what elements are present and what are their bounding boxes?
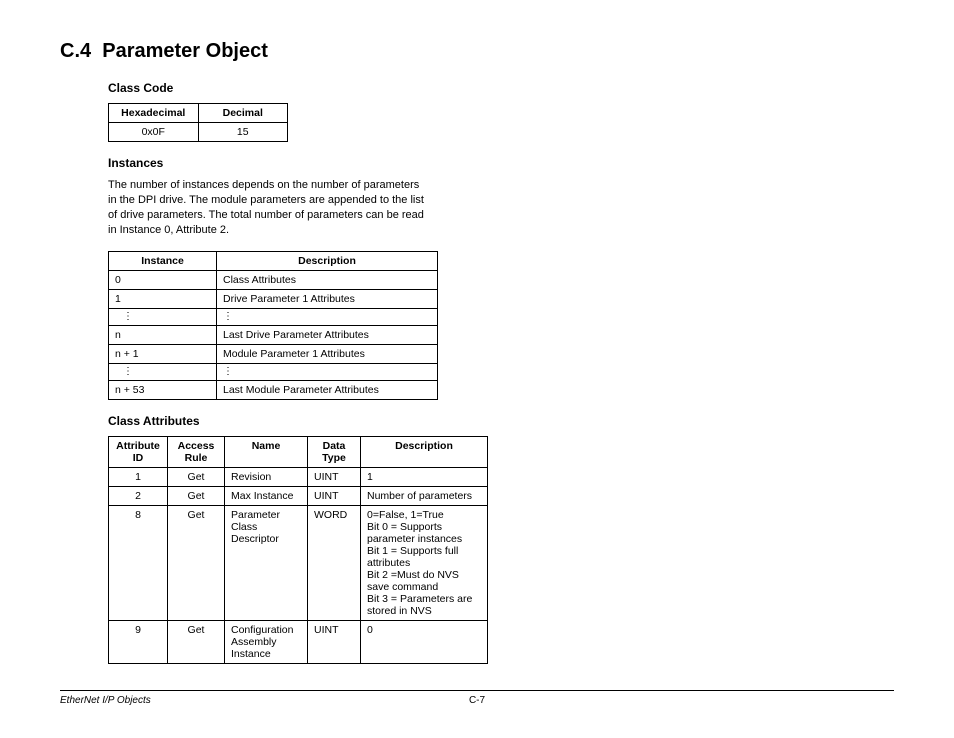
classcode-heading: Class Code	[108, 81, 894, 95]
attr-desc-line: Bit 2 =Must do NVS save command	[367, 569, 481, 593]
table-row: Attribute ID Access Rule Name Data Type …	[109, 437, 488, 468]
attr-type-cell: UINT	[308, 468, 361, 487]
instance-cell: ⋮	[109, 364, 217, 381]
instance-desc-cell: Last Drive Parameter Attributes	[217, 326, 438, 345]
classcode-hdr-dec: Decimal	[198, 104, 288, 123]
table-row: 9GetConfiguration Assembly InstanceUINT 0	[109, 621, 488, 664]
instances-hdr-desc: Description	[217, 252, 438, 271]
attr-hdr-desc: Description	[361, 437, 488, 468]
table-row: Instance Description	[109, 252, 438, 271]
instance-cell: n	[109, 326, 217, 345]
classattrs-table: Attribute ID Access Rule Name Data Type …	[108, 436, 488, 664]
attr-desc-line: 1	[367, 471, 481, 483]
attr-desc-cell: 1	[361, 468, 488, 487]
attr-rule-cell: Get	[168, 506, 225, 621]
instance-desc-cell: Class Attributes	[217, 271, 438, 290]
attr-type-cell: UINT	[308, 487, 361, 506]
instance-cell: n + 53	[109, 381, 217, 400]
section-title: C.4 Parameter Object	[60, 40, 894, 63]
table-row: 1Drive Parameter 1 Attributes	[109, 290, 438, 309]
instances-paragraph: The number of instances depends on the n…	[108, 178, 428, 237]
table-row: n + 1Module Parameter 1 Attributes	[109, 345, 438, 364]
attr-id-cell: 8	[109, 506, 168, 621]
instance-cell: ⋮	[109, 309, 217, 326]
instance-desc-cell: Drive Parameter 1 Attributes	[217, 290, 438, 309]
section-number: C.4	[60, 40, 91, 62]
attr-desc-cell: 0	[361, 621, 488, 664]
attr-desc-line: Bit 3 = Parameters are stored in NVS	[367, 593, 481, 617]
attr-name-cell: Configuration Assembly Instance	[225, 621, 308, 664]
attr-rule-cell: Get	[168, 621, 225, 664]
table-row: 8GetParameter Class DescriptorWORD0=Fals…	[109, 506, 488, 621]
classcode-hdr-hex: Hexadecimal	[109, 104, 199, 123]
instance-desc-cell: Module Parameter 1 Attributes	[217, 345, 438, 364]
attr-type-cell: WORD	[308, 506, 361, 621]
section-name: Parameter Object	[102, 40, 268, 62]
instances-hdr-instance: Instance	[109, 252, 217, 271]
instance-cell: n + 1	[109, 345, 217, 364]
attr-name-cell: Parameter Class Descriptor	[225, 506, 308, 621]
instance-desc-cell: ⋮	[217, 364, 438, 381]
attr-desc-line: 0	[367, 624, 481, 636]
attr-hdr-rule: Access Rule	[168, 437, 225, 468]
table-row: ⋮⋮	[109, 364, 438, 381]
classcode-dec: 15	[198, 123, 288, 142]
attr-name-cell: Max Instance	[225, 487, 308, 506]
attr-desc-line: Bit 1 = Supports full attributes	[367, 545, 481, 569]
attr-name-cell: Revision	[225, 468, 308, 487]
attr-rule-cell: Get	[168, 468, 225, 487]
page-footer: EtherNet I/P Objects C-7	[60, 690, 894, 706]
table-row: ⋮⋮	[109, 309, 438, 326]
attr-desc-line: Number of parameters	[367, 490, 481, 502]
instance-desc-cell: ⋮	[217, 309, 438, 326]
attr-id-cell: 9	[109, 621, 168, 664]
attr-id-cell: 1	[109, 468, 168, 487]
attr-rule-cell: Get	[168, 487, 225, 506]
table-row: 0Class Attributes	[109, 271, 438, 290]
attr-hdr-name: Name	[225, 437, 308, 468]
attr-desc-cell: 0=False, 1=TrueBit 0 = Supports paramete…	[361, 506, 488, 621]
footer-left: EtherNet I/P Objects	[60, 695, 151, 706]
attr-hdr-type: Data Type	[308, 437, 361, 468]
table-row: 1GetRevisionUINT1	[109, 468, 488, 487]
table-row: Hexadecimal Decimal	[109, 104, 288, 123]
instances-table: Instance Description 0Class Attributes1D…	[108, 251, 438, 400]
classcode-table: Hexadecimal Decimal 0x0F 15	[108, 103, 288, 142]
table-row: n + 53Last Module Parameter Attributes	[109, 381, 438, 400]
attr-desc-cell: Number of parameters	[361, 487, 488, 506]
instance-desc-cell: Last Module Parameter Attributes	[217, 381, 438, 400]
classcode-hex: 0x0F	[109, 123, 199, 142]
attr-desc-line: Bit 0 = Supports parameter instances	[367, 521, 481, 545]
attr-hdr-id: Attribute ID	[109, 437, 168, 468]
table-row: 2GetMax InstanceUINT Number of parameters	[109, 487, 488, 506]
table-row: 0x0F 15	[109, 123, 288, 142]
instance-cell: 0	[109, 271, 217, 290]
instance-cell: 1	[109, 290, 217, 309]
attr-desc-line: 0=False, 1=True	[367, 509, 481, 521]
attr-type-cell: UINT	[308, 621, 361, 664]
table-row: nLast Drive Parameter Attributes	[109, 326, 438, 345]
footer-page: C-7	[469, 695, 485, 706]
instances-heading: Instances	[108, 156, 894, 170]
classattrs-heading: Class Attributes	[108, 414, 894, 428]
attr-id-cell: 2	[109, 487, 168, 506]
